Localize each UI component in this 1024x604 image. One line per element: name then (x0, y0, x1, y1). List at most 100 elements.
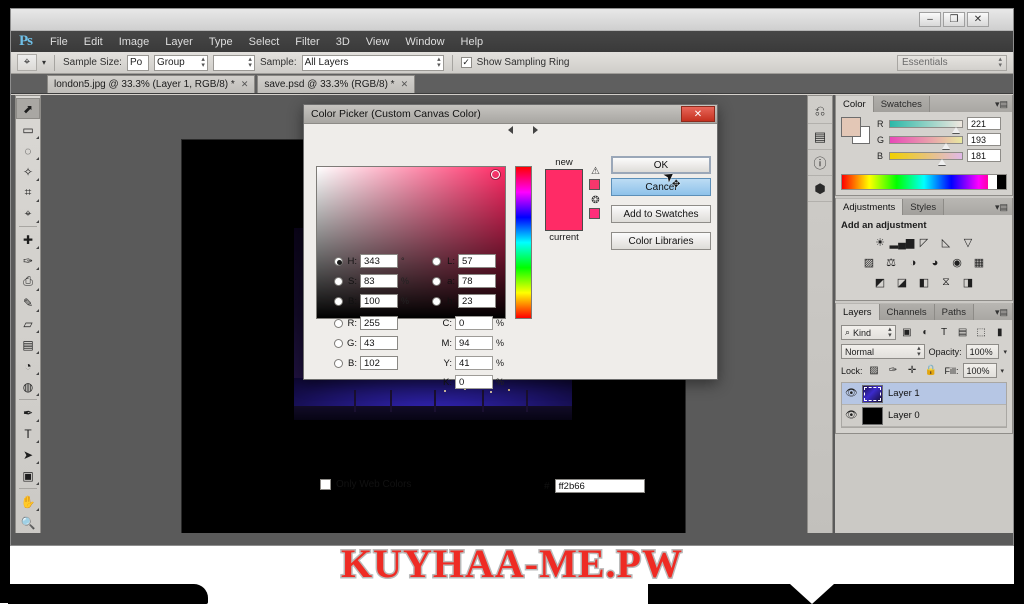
crop-tool[interactable]: ⌗ (16, 182, 40, 203)
workspace-selector[interactable]: Essentials ▴ ▾ (897, 54, 1007, 71)
close-icon[interactable]: ✕ (401, 79, 409, 90)
rgb-radio-r[interactable] (334, 318, 343, 328)
color-balance-icon[interactable]: ⚖ (884, 255, 899, 270)
sample-extra-dropdown[interactable]: ▴ ▾ (212, 54, 255, 71)
cmyk-input-y[interactable]: 41 (455, 356, 493, 370)
properties-icon[interactable]: ▤ (808, 124, 832, 150)
rgb-input-g[interactable]: 43 (360, 336, 398, 350)
menu-select[interactable]: Select (241, 34, 288, 50)
rectangle-tool[interactable]: ▣ (16, 465, 40, 486)
menu-edit[interactable]: Edit (76, 34, 111, 50)
lab-input-b[interactable]: 23 (458, 294, 496, 308)
layer-kind-filter[interactable]: ⌕ Kind ▴ ▾ (841, 325, 896, 340)
document-tab-save[interactable]: save.psd @ 33.3% (RGB/8) * ✕ (257, 75, 416, 93)
gamut-warning-icon[interactable]: ⚠ (589, 166, 602, 177)
clone-stamp-tool[interactable]: ⎙ (16, 271, 40, 292)
rgb-input-b[interactable]: 102 (360, 356, 398, 370)
filter-type-icon[interactable]: T (937, 325, 952, 340)
menu-window[interactable]: Window (397, 34, 452, 50)
cmyk-input-c[interactable]: 0 (455, 316, 493, 330)
lock-all-icon[interactable]: 🔒 (924, 363, 939, 378)
channel-slider-r[interactable] (889, 119, 963, 133)
panel-menu-icon[interactable]: ▾▤ (991, 96, 1012, 112)
levels-icon[interactable]: ▂▄▆ (890, 235, 915, 250)
channel-value-r[interactable]: 221 (967, 117, 1001, 130)
3d-icon[interactable]: ⬢ (808, 176, 832, 202)
tab-adjustments[interactable]: Adjustments (836, 199, 904, 215)
tab-layers[interactable]: Layers (836, 304, 880, 320)
ok-button[interactable]: OK (611, 156, 711, 174)
cmyk-input-k[interactable]: 0 (455, 375, 493, 389)
layer-row-layer1[interactable]: 👁 Layer 1 (842, 383, 1006, 405)
chevron-down-icon[interactable]: ▾ (1003, 348, 1007, 356)
minimize-button[interactable]: – (919, 12, 941, 27)
sample-layers-dropdown[interactable]: All Layers ▴ ▾ (301, 54, 444, 71)
tab-channels[interactable]: Channels (879, 304, 935, 320)
color-panel-swatches[interactable] (841, 117, 871, 145)
lock-transparent-icon[interactable]: ▨ (867, 363, 882, 378)
cmyk-input-m[interactable]: 94 (455, 336, 493, 350)
black-white-icon[interactable]: ◑ (906, 255, 921, 270)
close-icon[interactable]: ✕ (681, 106, 715, 122)
filter-shape-icon[interactable]: ▤ (955, 325, 970, 340)
blur-tool[interactable]: ◔ (16, 355, 40, 376)
path-selection-tool[interactable]: ➤ (16, 444, 40, 465)
channel-slider-g[interactable] (889, 135, 963, 149)
hsb-radio-h[interactable] (334, 256, 343, 266)
eyedropper-tool[interactable]: ⌖ (16, 203, 40, 224)
photo-filter-icon[interactable]: ◕ (928, 255, 943, 270)
sample-size-input[interactable]: Po (126, 54, 149, 71)
tab-color[interactable]: Color (836, 96, 874, 112)
vibrance-icon[interactable]: ▽ (961, 235, 976, 250)
channel-value-b[interactable]: 181 (967, 149, 1001, 162)
lock-image-icon[interactable]: ✑ (886, 363, 901, 378)
menu-view[interactable]: View (358, 34, 398, 50)
color-panel-foreground-swatch[interactable] (841, 117, 861, 137)
gradient-tool[interactable]: ▤ (16, 334, 40, 355)
blend-mode-dropdown[interactable]: Normal ▴ ▾ (841, 344, 925, 359)
fill-value[interactable]: 100% (962, 363, 997, 378)
maximize-button[interactable]: ❐ (943, 12, 965, 27)
rgb-radio-b[interactable] (334, 358, 343, 368)
web-warning-icon[interactable]: ❂ (589, 195, 602, 206)
new-current-color-preview[interactable] (545, 169, 583, 231)
zoom-tool[interactable]: 🔍 (16, 512, 40, 533)
selective-color-icon[interactable]: ◨ (961, 275, 976, 290)
channel-slider-b[interactable] (889, 151, 963, 165)
posterize-icon[interactable]: ◪ (895, 275, 910, 290)
hsb-input-b[interactable]: 100 (360, 294, 398, 308)
color-picker-dialog[interactable]: Color Picker (Custom Canvas Color) ✕ new… (303, 104, 718, 493)
history-icon[interactable]: ⎌ (808, 98, 832, 124)
color-field-marker[interactable] (491, 170, 500, 179)
menu-type[interactable]: Type (201, 34, 241, 50)
close-button[interactable]: ✕ (967, 12, 989, 27)
tab-swatches[interactable]: Swatches (873, 96, 930, 112)
invert-icon[interactable]: ◩ (873, 275, 888, 290)
chevron-down-icon[interactable]: ▾ (1001, 367, 1005, 375)
layer-row-layer0[interactable]: 👁 Layer 0 (842, 405, 1006, 427)
cancel-button[interactable]: Cancel (611, 178, 711, 196)
document-tab-london5[interactable]: london5.jpg @ 33.3% (Layer 1, RGB/8) * ✕ (47, 75, 256, 93)
visibility-icon[interactable]: 👁 (845, 410, 858, 421)
close-icon[interactable]: ✕ (241, 79, 249, 90)
color-lookup-icon[interactable]: ▦ (972, 255, 987, 270)
show-sampling-ring-checkbox[interactable]: ✓ (460, 57, 472, 68)
lab-radio-b[interactable] (432, 296, 441, 306)
menu-image[interactable]: Image (111, 34, 158, 50)
menu-file[interactable]: File (42, 34, 76, 50)
filter-toggle-icon[interactable]: ▮ (992, 325, 1007, 340)
lab-input-a[interactable]: 78 (458, 274, 496, 288)
hsb-input-s[interactable]: 83 (360, 274, 398, 288)
color-spectrum-ramp[interactable] (841, 174, 1007, 190)
menu-filter[interactable]: Filter (287, 34, 327, 50)
marquee-tool[interactable]: ▭ (16, 119, 40, 140)
tab-paths[interactable]: Paths (934, 304, 974, 320)
lab-radio-l[interactable] (432, 256, 441, 266)
brightness-contrast-icon[interactable]: ☀ (873, 235, 888, 250)
sample-group-dropdown[interactable]: Group ▴ ▾ (153, 54, 208, 71)
menu-help[interactable]: Help (453, 34, 492, 50)
move-tool[interactable]: ⬈ (16, 98, 40, 119)
color-libraries-button[interactable]: Color Libraries (611, 232, 711, 250)
hsb-radio-s[interactable] (334, 276, 343, 286)
channel-value-g[interactable]: 193 (967, 133, 1001, 146)
